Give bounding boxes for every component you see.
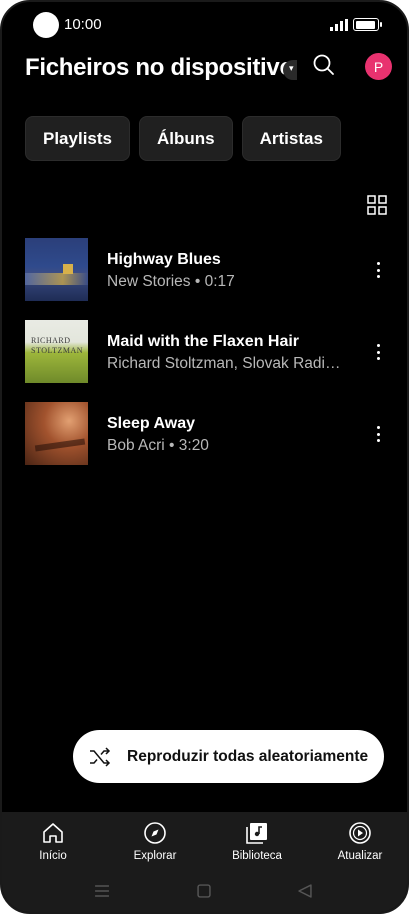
song-title: Maid with the Flaxen Hair bbox=[107, 333, 300, 350]
back-triangle-icon[interactable] bbox=[298, 884, 312, 898]
search-icon[interactable] bbox=[309, 50, 339, 80]
song-title: Sleep Away bbox=[107, 415, 196, 432]
compass-icon bbox=[144, 822, 166, 844]
song-subtitle: Bob Acri • 3:20 bbox=[107, 437, 209, 454]
nav-explore[interactable]: Explorar bbox=[115, 821, 195, 862]
battery-icon bbox=[353, 18, 382, 31]
song-list: Highway Blues New Stories • 0:17 RICHARD… bbox=[2, 238, 407, 484]
album-art-text: RICHARD STOLTZMAN bbox=[31, 336, 84, 355]
grid-view-icon[interactable] bbox=[367, 195, 387, 215]
title-dropdown-chip[interactable]: ▾ bbox=[283, 60, 297, 80]
signal-icon bbox=[330, 19, 348, 31]
phone-screen: 10:00 Ficheiros no dispositivo ▾ P Playl… bbox=[0, 0, 409, 914]
shuffle-all-button[interactable]: Reproduzir todas aleatoriamente bbox=[73, 730, 384, 783]
list-item[interactable]: Sleep Away Bob Acri • 3:20 bbox=[2, 402, 407, 484]
chip-playlists[interactable]: Playlists bbox=[25, 116, 130, 161]
album-art bbox=[25, 402, 88, 465]
play-circle-icon bbox=[349, 822, 371, 844]
more-options-icon[interactable] bbox=[370, 342, 386, 362]
more-options-icon[interactable] bbox=[370, 424, 386, 444]
list-item[interactable]: Highway Blues New Stories • 0:17 bbox=[2, 238, 407, 320]
page-title: Ficheiros no dispositivo bbox=[25, 54, 294, 81]
menu-icon[interactable] bbox=[95, 885, 109, 897]
filter-chips: Playlists Álbuns Artistas bbox=[25, 116, 341, 161]
home-icon bbox=[43, 823, 63, 843]
nav-label: Biblioteca bbox=[232, 850, 282, 862]
status-bar: 10:00 bbox=[2, 2, 407, 48]
more-options-icon[interactable] bbox=[370, 260, 386, 280]
nav-library[interactable]: Biblioteca bbox=[217, 821, 297, 862]
system-navigation-bar bbox=[95, 884, 312, 898]
album-art bbox=[25, 238, 88, 301]
song-subtitle: Richard Stoltzman, Slovak Radio … bbox=[107, 355, 349, 372]
home-square-icon[interactable] bbox=[197, 884, 211, 898]
avatar[interactable]: P bbox=[365, 53, 392, 80]
nav-label: Explorar bbox=[133, 850, 177, 862]
nav-label: Início bbox=[39, 850, 67, 862]
chip-artists[interactable]: Artistas bbox=[241, 116, 341, 161]
status-time: 10:00 bbox=[64, 16, 102, 33]
song-subtitle: New Stories • 0:17 bbox=[107, 273, 235, 290]
nav-label: Atualizar bbox=[337, 850, 383, 862]
shuffle-label: Reproduzir todas aleatoriamente bbox=[127, 748, 369, 765]
camera-cutout bbox=[33, 12, 59, 38]
nav-update[interactable]: Atualizar bbox=[320, 821, 400, 862]
list-item[interactable]: RICHARD STOLTZMAN Maid with the Flaxen H… bbox=[2, 320, 407, 402]
library-icon bbox=[246, 823, 267, 844]
song-title: Highway Blues bbox=[107, 251, 221, 268]
nav-home[interactable]: Início bbox=[13, 821, 93, 862]
album-art: RICHARD STOLTZMAN bbox=[25, 320, 88, 383]
bottom-nav: Início Explorar Biblioteca Atualizar bbox=[2, 812, 407, 912]
shuffle-icon bbox=[90, 747, 111, 767]
chip-albums[interactable]: Álbuns bbox=[139, 116, 233, 161]
